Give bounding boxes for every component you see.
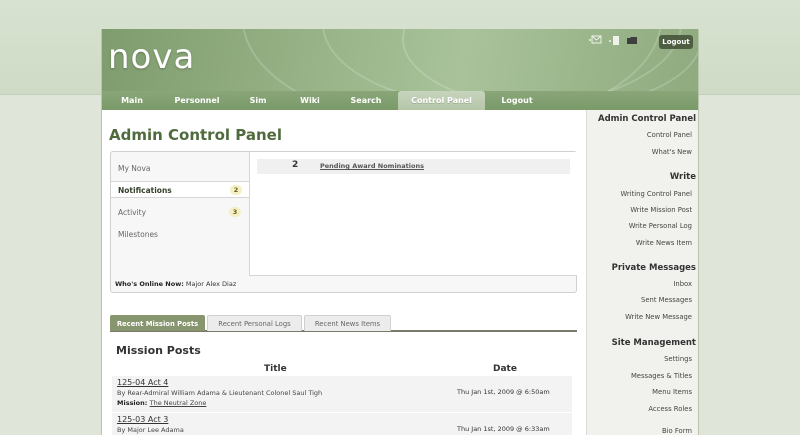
cp-menu-label: Milestones: [118, 230, 158, 239]
page-title: Admin Control Panel: [109, 126, 282, 144]
post-title-link[interactable]: 125-03 Act 3: [117, 415, 168, 424]
sidebar-link-sent-messages[interactable]: Sent Messages: [641, 296, 692, 304]
cp-menu-milestones[interactable]: Milestones: [111, 226, 249, 243]
sidebar-link-whats-new[interactable]: What's New: [652, 148, 692, 156]
count-badge: 2: [230, 185, 242, 195]
notifications-panel: 2 Pending Award Nominations: [249, 152, 577, 276]
nav-tab-search[interactable]: Search: [336, 91, 396, 110]
nav-tab-wiki[interactable]: Wiki: [286, 91, 334, 110]
cp-menu-label: Activity: [118, 208, 147, 217]
post-mission: Mission: The Neutral Zone: [117, 399, 206, 407]
sidebar-link-access-roles[interactable]: Access Roles: [648, 405, 692, 413]
logout-button[interactable]: Logout: [659, 35, 693, 49]
main-nav: Main Personnel Sim Wiki Search Control P…: [102, 91, 698, 110]
cp-menu-label: My Nova: [118, 164, 151, 173]
tab-recent-personal-logs[interactable]: Recent Personal Logs: [207, 315, 302, 331]
post-author: By Rear-Admiral William Adama & Lieutena…: [117, 389, 323, 397]
app-frame: nova Logout Main Personnel Sim Wiki Sear…: [101, 29, 699, 435]
whos-online-label: Who's Online Now:: [115, 280, 184, 288]
tab-recent-news-items[interactable]: Recent News Items: [304, 315, 391, 331]
sidebar-link-inbox[interactable]: Inbox: [673, 280, 692, 288]
sidebar-heading-write: Write: [669, 172, 696, 182]
site-header: nova Logout Main Personnel Sim Wiki Sear…: [102, 29, 698, 110]
post-author: By Major Lee Adama: [117, 426, 184, 434]
column-header-title: Title: [264, 364, 287, 374]
sidebar-link-control-panel[interactable]: Control Panel: [647, 131, 692, 139]
sidebar-link-writing-control-panel[interactable]: Writing Control Panel: [621, 190, 693, 198]
folder-icon[interactable]: [626, 35, 638, 49]
post-date: Thu Jan 1st, 2009 @ 6:50am: [457, 388, 550, 396]
sidebar-link-write-personal-log[interactable]: Write Personal Log: [629, 222, 692, 230]
table-row: 125-03 Act 3 By Major Lee Adama Thu Jan …: [112, 413, 572, 435]
post-date: Thu Jan 1st, 2009 @ 6:33am: [457, 425, 550, 433]
post-mission-link[interactable]: The Neutral Zone: [150, 399, 207, 407]
envelope-icon[interactable]: [588, 35, 602, 49]
count-badge: 3: [229, 207, 241, 217]
post-title-link[interactable]: 125-04 Act 4: [117, 378, 168, 387]
nav-tab-logout[interactable]: Logout: [487, 91, 547, 110]
control-panel-menu: My Nova Notifications 2 Activity 3 Miles…: [111, 152, 250, 276]
site-logo[interactable]: nova: [108, 37, 195, 77]
section-title: Mission Posts: [116, 344, 201, 357]
tab-recent-mission-posts[interactable]: Recent Mission Posts: [110, 315, 205, 331]
notification-row: 2 Pending Award Nominations: [257, 159, 570, 174]
column-header-date: Date: [493, 364, 517, 374]
document-icon[interactable]: [608, 35, 620, 50]
control-panel-box: My Nova Notifications 2 Activity 3 Miles…: [110, 151, 577, 293]
pending-award-nominations-link[interactable]: Pending Award Nominations: [320, 162, 424, 170]
notification-count: 2: [292, 160, 299, 170]
sidebar-link-menu-items[interactable]: Menu Items: [652, 388, 692, 396]
sidebar-heading-site-management: Site Management: [611, 338, 696, 348]
sidebar-link-messages-titles[interactable]: Messages & Titles: [631, 372, 692, 380]
cp-menu-activity[interactable]: Activity 3: [111, 204, 249, 221]
sidebar-link-write-new-message[interactable]: Write New Message: [625, 313, 692, 321]
sidebar-link-bio-form[interactable]: Bio Form: [662, 427, 692, 435]
sidebar-heading-admin-control-panel: Admin Control Panel: [597, 114, 696, 124]
cp-menu-notifications[interactable]: Notifications 2: [111, 181, 250, 198]
cp-menu-my-nova[interactable]: My Nova: [111, 160, 249, 177]
sidebar-link-write-mission-post[interactable]: Write Mission Post: [630, 206, 692, 214]
posts-tabs: Recent Mission Posts Recent Personal Log…: [110, 315, 577, 332]
header-icons: [588, 35, 644, 50]
whos-online: Who's Online Now: Major Alex Diaz: [115, 280, 236, 288]
admin-sidebar: Admin Control Panel Control Panel What's…: [586, 110, 698, 435]
post-mission-label: Mission:: [117, 399, 148, 407]
sidebar-link-write-news-item[interactable]: Write News Item: [636, 239, 692, 247]
main-content: Admin Control Panel My Nova Notification…: [102, 110, 586, 435]
sidebar-heading-private-messages: Private Messages: [611, 263, 696, 273]
nav-tab-control-panel[interactable]: Control Panel: [398, 91, 485, 110]
cp-menu-label: Notifications: [118, 186, 172, 195]
sidebar-link-settings[interactable]: Settings: [664, 355, 692, 363]
whos-online-value: Major Alex Diaz: [185, 280, 237, 288]
nav-tab-personnel[interactable]: Personnel: [164, 91, 230, 110]
table-row: 125-04 Act 4 By Rear-Admiral William Ada…: [112, 376, 572, 412]
nav-tab-main[interactable]: Main: [102, 91, 162, 110]
nav-tab-sim[interactable]: Sim: [232, 91, 284, 110]
